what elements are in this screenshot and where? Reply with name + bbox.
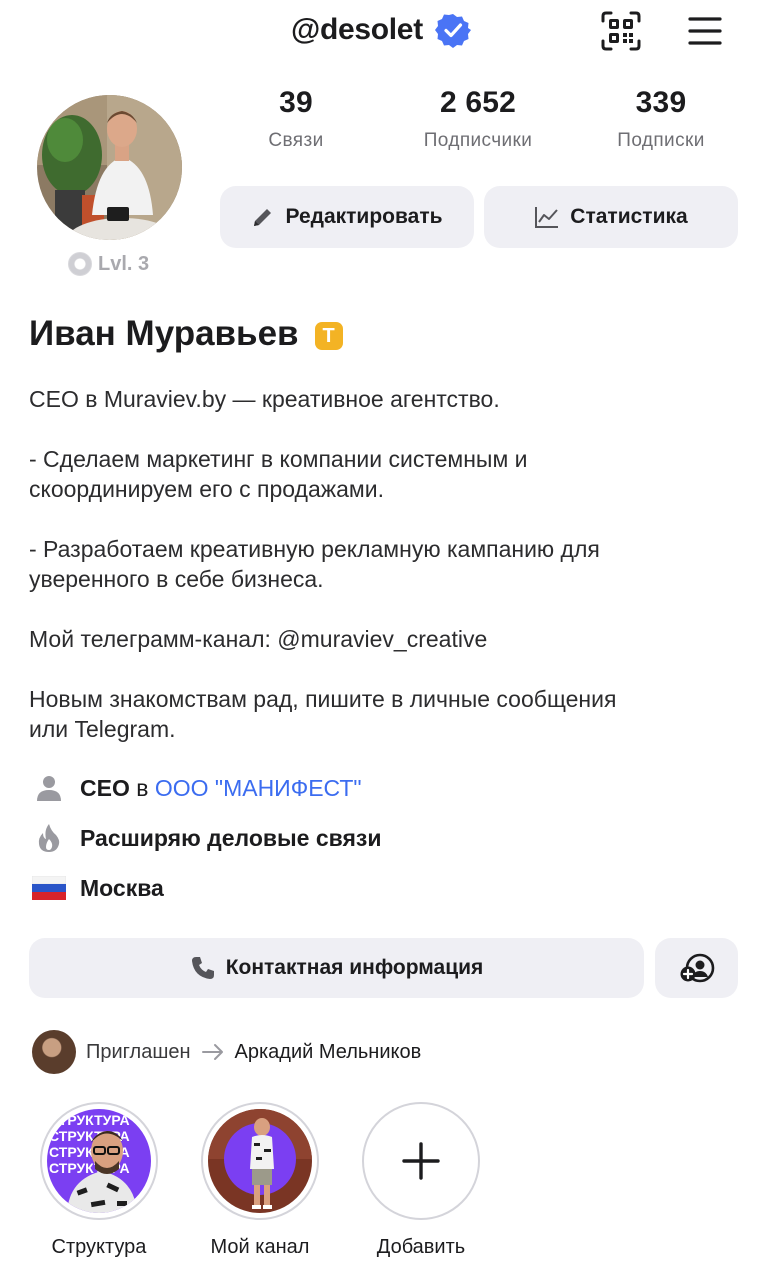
bio-line: или Telegram. [29,716,176,742]
goal-text: Расширяю деловые связи [80,824,382,851]
stat-value: 39 [279,86,313,119]
highlight-structure[interactable]: СТРУКТУРА СТРУКТУРА СТРУКТУРА СТРУКТУРА [39,1102,159,1259]
highlight-ring [201,1102,319,1220]
add-highlight-ring [362,1102,480,1220]
contact-info-label: Контактная информация [225,956,484,979]
highlight-my-channel[interactable]: Мой канал [200,1102,320,1259]
invited-label: Приглашен [86,1040,191,1063]
statistics-button[interactable]: Статистика [484,186,738,248]
add-contact-button[interactable] [655,938,738,998]
russia-flag-icon [30,873,68,903]
stat-label: Связи [268,130,324,151]
stat-followers[interactable]: 2 652 Подписчики [398,86,558,152]
pencil-icon [254,209,272,226]
bio-line: CEO в Muraviev.by — креативное агентство… [29,386,500,412]
stat-connections[interactable]: 39 Связи [216,86,376,152]
inviter-name: Аркадий Мельников [234,1040,422,1063]
company-link[interactable]: ООО "МАНИФЕСТ" [155,775,362,802]
bio-line: Новым знакомствам рад, пишите в личные с… [29,686,617,712]
cover-text: СТРУКТУРА [49,1112,130,1128]
plus-icon [402,1142,440,1180]
statistics-label: Статистика [570,205,688,228]
arrow-right-icon [201,1044,223,1060]
username-header: @desolet [291,12,471,48]
city-text: Москва [80,874,164,901]
person-icon [30,773,68,803]
profile-name-row: Иван Муравьев T [29,314,343,354]
hamburger-menu-icon[interactable] [686,12,724,50]
highlight-cover [208,1109,312,1213]
stat-label: Подписчики [423,130,533,151]
highlight-caption: Добавить [376,1236,466,1258]
highlight-add[interactable]: Добавить [361,1102,481,1259]
inviter-avatar [32,1030,76,1074]
job-title: CEO [80,774,130,801]
chart-icon [535,207,559,228]
level-label: Lvl. 3 [98,252,150,275]
stat-value: 339 [635,86,687,119]
stat-label: Подписки [617,130,705,151]
tenchat-badge[interactable]: T [314,322,343,350]
add-person-icon [680,953,714,983]
qr-code-icon[interactable] [600,10,642,52]
level-icon [68,252,92,276]
bio-line: уверенного в себе бизнеса. [29,566,324,592]
profile-name: Иван Муравьев [29,314,299,353]
city-row: Москва [30,873,164,903]
highlight-caption: Мой канал [210,1236,310,1258]
top-bar: @desolet [0,0,766,64]
edit-profile-button[interactable]: Редактировать [220,186,474,248]
bio-line: - Разработаем креативную рекламную кампа… [29,536,600,562]
username: @desolet [291,13,423,46]
job-row: CEO в ООО "МАНИФЕСТ" [30,773,362,803]
highlight-caption: Структура [51,1236,147,1258]
contact-info-button[interactable]: Контактная информация [29,938,644,998]
highlight-cover: СТРУКТУРА СТРУКТУРА СТРУКТУРА СТРУКТУРА [47,1109,151,1213]
bio-line: скоординируем его с продажами. [29,476,384,502]
stat-value: 2 652 [439,86,517,119]
bio-line: - Сделаем маркетинг в компании системным… [29,446,528,472]
verified-check-icon [434,14,471,48]
avatar-photo [37,95,182,240]
bio-line: Мой телеграмм-канал: @muraviev_creative [29,626,488,652]
phone-icon [191,957,214,979]
job-preposition: в [136,774,149,801]
flame-icon [30,823,68,853]
profile-avatar[interactable] [37,95,182,240]
stat-following[interactable]: 339 Подписки [581,86,741,152]
goal-row: Расширяю деловые связи [30,823,381,853]
level-badge: Lvl. 3 [68,252,149,276]
invited-by-row[interactable]: Приглашен Аркадий Мельников [32,1030,421,1074]
highlight-ring: СТРУКТУРА СТРУКТУРА СТРУКТУРА СТРУКТУРА [40,1102,158,1220]
edit-profile-label: Редактировать [285,205,443,228]
